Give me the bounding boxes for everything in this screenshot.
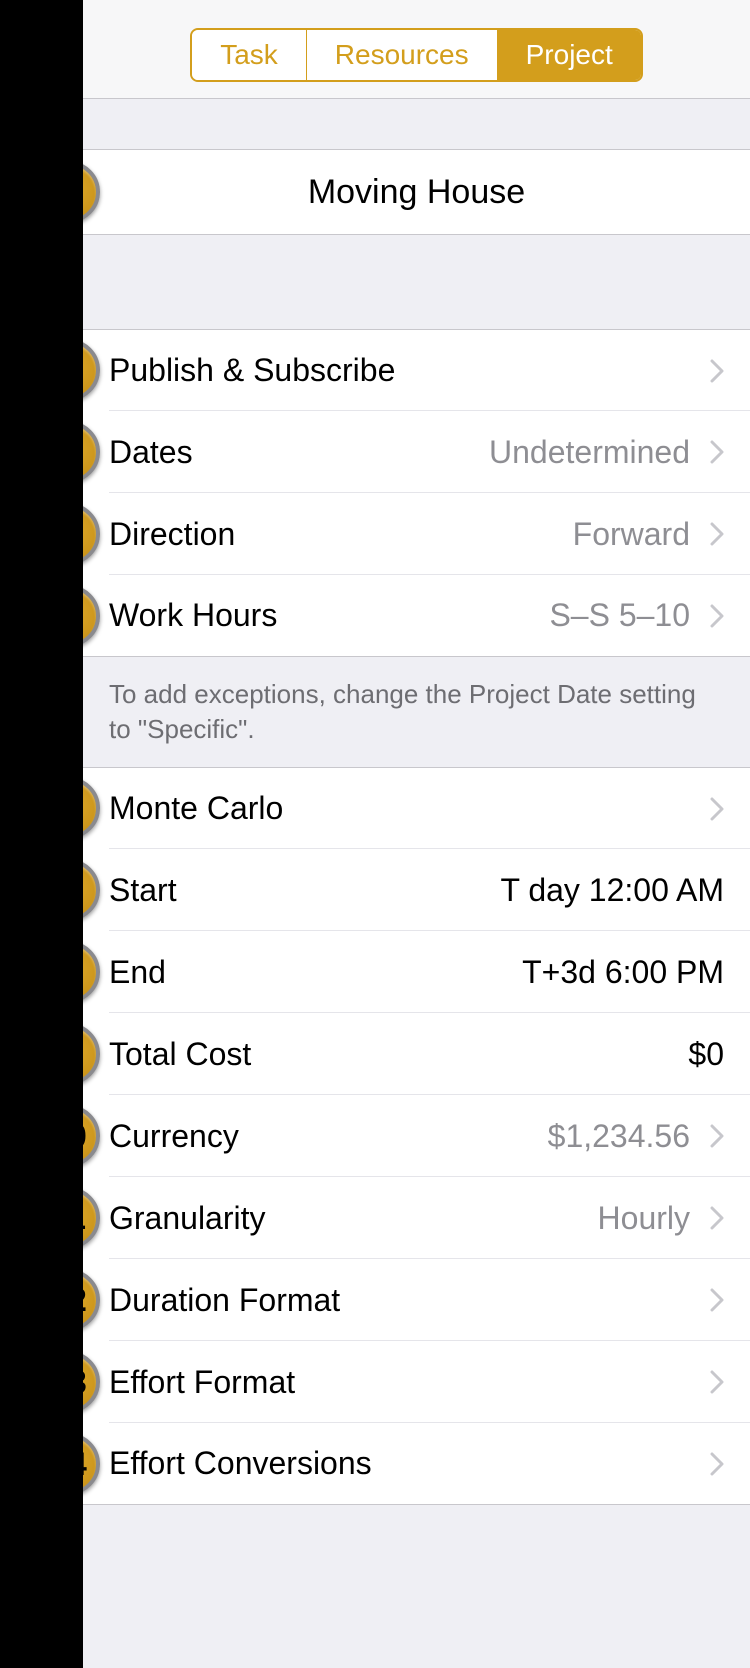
row-work-hours[interactable]: Work Hours S–S 5–10 [83, 575, 750, 657]
chevron-right-icon [710, 359, 724, 383]
chevron-right-icon [710, 522, 724, 546]
chevron-right-icon [710, 797, 724, 821]
content-scroll[interactable]: 1 Moving House 2 Publish & Subscribe 3 D… [83, 99, 750, 1668]
tab-project[interactable]: Project [498, 30, 641, 80]
row-value: S–S 5–10 [549, 597, 690, 634]
row-value: $1,234.56 [548, 1118, 690, 1155]
row-label: Dates [109, 434, 193, 471]
row-publish-subscribe[interactable]: Publish & Subscribe [83, 329, 750, 411]
row-value: $0 [688, 1036, 724, 1073]
project-inspector-panel: Task Resources Project 1 Moving House 2 … [83, 0, 750, 1668]
header: Task Resources Project [83, 0, 750, 99]
tab-resources[interactable]: Resources [307, 30, 498, 80]
row-label: Start [109, 872, 177, 909]
segmented-control: Task Resources Project [190, 28, 643, 82]
row-label: Effort Format [109, 1364, 295, 1401]
row-duration-format[interactable]: Duration Format [83, 1259, 750, 1341]
chevron-right-icon [710, 604, 724, 628]
row-total-cost: Total Cost $0 [83, 1013, 750, 1095]
chevron-right-icon [710, 1206, 724, 1230]
chevron-right-icon [710, 1452, 724, 1476]
row-effort-format[interactable]: Effort Format [83, 1341, 750, 1423]
row-value: Undetermined [489, 434, 690, 471]
tab-task[interactable]: Task [192, 30, 307, 80]
row-granularity[interactable]: Granularity Hourly [83, 1177, 750, 1259]
row-label: Currency [109, 1118, 239, 1155]
row-value: Forward [573, 516, 690, 553]
exceptions-note: To add exceptions, change the Project Da… [83, 657, 750, 767]
chevron-right-icon [710, 1124, 724, 1148]
project-title-row[interactable]: Moving House [83, 149, 750, 235]
row-start[interactable]: Start T day 12:00 AM [83, 849, 750, 931]
row-label: End [109, 954, 166, 991]
row-currency[interactable]: Currency $1,234.56 [83, 1095, 750, 1177]
row-monte-carlo[interactable]: Monte Carlo [83, 767, 750, 849]
row-value: T day 12:00 AM [500, 872, 724, 909]
row-value: Hourly [598, 1200, 690, 1237]
row-label: Direction [109, 516, 235, 553]
chevron-right-icon [710, 1370, 724, 1394]
row-label: Publish & Subscribe [109, 352, 395, 389]
chevron-right-icon [710, 1288, 724, 1312]
row-label: Monte Carlo [109, 790, 283, 827]
row-dates[interactable]: Dates Undetermined [83, 411, 750, 493]
row-label: Granularity [109, 1200, 266, 1237]
row-label: Duration Format [109, 1282, 340, 1319]
row-label: Work Hours [109, 597, 277, 634]
project-title: Moving House [308, 173, 525, 212]
row-label: Effort Conversions [109, 1445, 372, 1482]
row-effort-conversions[interactable]: Effort Conversions [83, 1423, 750, 1505]
row-end[interactable]: End T+3d 6:00 PM [83, 931, 750, 1013]
row-label: Total Cost [109, 1036, 251, 1073]
row-direction[interactable]: Direction Forward [83, 493, 750, 575]
chevron-right-icon [710, 440, 724, 464]
row-value: T+3d 6:00 PM [522, 954, 724, 991]
